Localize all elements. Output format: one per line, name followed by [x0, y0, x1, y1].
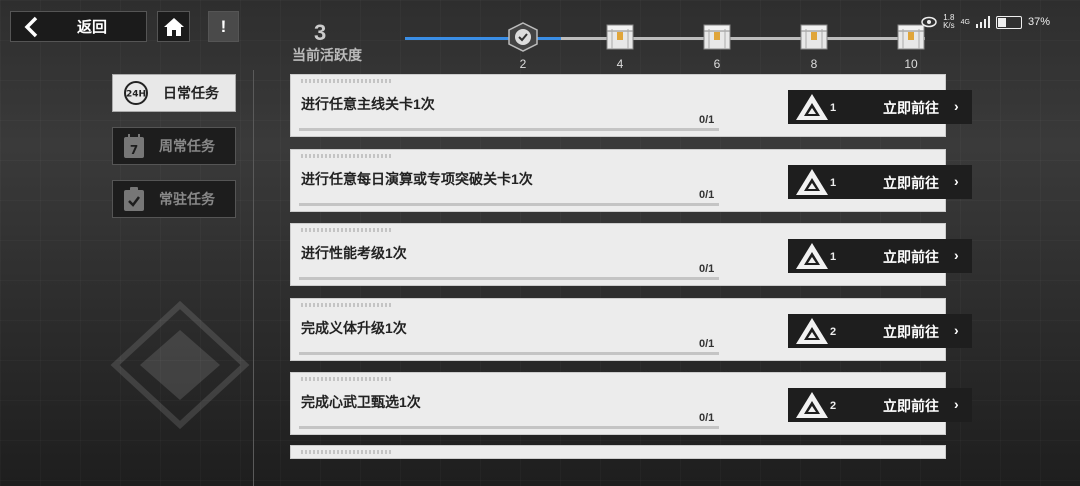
supply-chest-icon	[800, 24, 828, 50]
tab-weekly-label: 周常任务	[159, 138, 215, 154]
supply-chest-icon	[703, 24, 731, 50]
reward-count: 2	[830, 400, 837, 412]
milestone-label: 10	[904, 57, 918, 71]
go-now-button[interactable]: 1 立即前往 ›	[788, 164, 972, 199]
milestone-label: 4	[616, 57, 624, 71]
task-card: 完成心武卫甄选1次 0/1 2 立即前往 ›	[290, 372, 972, 435]
milestone-8[interactable]	[797, 22, 831, 52]
reward-count: 1	[830, 176, 837, 189]
task-card: 完成义体升级1次 0/1 2 立即前往 ›	[290, 297, 972, 361]
home-icon	[163, 17, 184, 36]
task-tag-strip	[301, 153, 391, 158]
tab-permanent-tasks[interactable]: 常驻任务	[112, 180, 236, 218]
go-now-label: 立即前往	[883, 100, 939, 116]
check-badge-icon	[508, 22, 538, 52]
task-tag-strip	[301, 302, 391, 307]
go-now-button[interactable]: 2 立即前往 ›	[788, 313, 972, 348]
clock-24h-icon: 24H	[124, 81, 148, 105]
battery-icon	[995, 15, 1022, 29]
task-name: 进行性能考级1次	[301, 245, 407, 261]
tab-daily-tasks[interactable]: 24H 日常任务	[112, 74, 236, 112]
chevron-right-icon: ›	[954, 172, 959, 189]
go-now-button[interactable]: 2 立即前往 ›	[788, 388, 972, 422]
task-progress: 0/1	[699, 337, 715, 350]
milestone-label: 6	[713, 57, 721, 71]
task-card-partial	[290, 445, 946, 459]
task-progress-bar	[299, 128, 719, 131]
exclamation-icon: !	[220, 16, 227, 36]
go-now-button[interactable]: 1 立即前往 ›	[788, 90, 972, 124]
reward-triangle-icon	[796, 317, 828, 344]
task-progress: 0/1	[699, 188, 715, 201]
battery-percent: 37%	[1027, 16, 1050, 28]
reward-triangle-icon	[796, 94, 828, 120]
signal-icon	[975, 16, 990, 28]
task-progress: 0/1	[699, 263, 715, 275]
go-now-label: 立即前往	[883, 174, 939, 191]
task-tag-strip	[301, 377, 391, 381]
daily-icon-text: 24H	[126, 90, 146, 100]
chevron-right-icon: ›	[954, 247, 959, 263]
chevron-left-icon	[24, 16, 38, 37]
network-speed-unit: K/s	[943, 21, 955, 30]
clipboard-check-icon	[124, 187, 144, 211]
task-name: 完成心武卫甄选1次	[301, 394, 421, 410]
go-now-label: 立即前往	[883, 323, 939, 340]
reward-count: 1	[830, 251, 837, 263]
task-tag-strip	[301, 450, 391, 454]
home-button[interactable]	[157, 11, 190, 42]
milestone-2[interactable]	[506, 22, 540, 52]
chevron-right-icon: ›	[954, 321, 959, 338]
reward-count: 2	[830, 325, 837, 338]
task-card: 进行性能考级1次 0/1 1 立即前往 ›	[290, 223, 972, 286]
network-speed: 1.8 K/s	[943, 14, 955, 30]
activity-value: 3	[314, 20, 327, 45]
chevron-right-icon: ›	[954, 98, 959, 114]
task-progress-bar	[299, 202, 719, 206]
supply-chest-icon	[606, 24, 634, 50]
task-progress-bar	[299, 277, 719, 280]
go-now-label: 立即前往	[883, 249, 939, 265]
reward-triangle-icon	[796, 168, 828, 195]
reward-triangle-icon	[796, 243, 828, 269]
weekly-icon-text: 7	[130, 143, 138, 157]
task-name: 完成义体升级1次	[301, 319, 407, 336]
task-progress-bar	[299, 351, 719, 355]
task-tag-strip	[301, 228, 391, 232]
battery-fill	[997, 17, 1006, 27]
task-name: 进行任意每日演算或专项突破关卡1次	[301, 170, 533, 187]
notice-button[interactable]: !	[208, 11, 239, 42]
milestone-label: 2	[519, 57, 527, 71]
task-progress: 0/1	[699, 412, 715, 424]
emblem-watermark-icon	[110, 300, 250, 430]
task-card: 进行任意主线关卡1次 0/1 1 立即前往 ›	[290, 74, 972, 137]
task-name: 进行任意主线关卡1次	[301, 96, 435, 112]
system-status-bar: 1.8 K/s 4G 37%	[921, 14, 1050, 30]
task-card: 进行任意每日演算或专项突破关卡1次 0/1 1 立即前往 ›	[290, 148, 972, 212]
reward-triangle-icon	[796, 392, 828, 418]
eye-icon	[921, 16, 937, 28]
tab-weekly-tasks[interactable]: 7 周常任务	[112, 127, 236, 165]
back-label: 返回	[77, 19, 108, 36]
chevron-right-icon: ›	[954, 396, 959, 412]
milestone-4[interactable]	[603, 22, 637, 52]
reward-count: 1	[830, 102, 837, 114]
milestone-6[interactable]	[700, 22, 734, 52]
go-now-label: 立即前往	[883, 398, 939, 414]
sidebar-divider	[253, 70, 254, 486]
task-tag-strip	[301, 79, 391, 83]
network-type: 4G	[960, 18, 970, 26]
tab-permanent-label: 常驻任务	[159, 191, 215, 207]
task-progress-bar	[299, 426, 719, 429]
calendar-icon: 7	[124, 134, 144, 158]
go-now-button[interactable]: 1 立即前往 ›	[788, 239, 972, 273]
tab-daily-label: 日常任务	[163, 85, 219, 101]
activity-label: 当前活跃度	[292, 47, 362, 63]
milestone-label: 8	[810, 57, 818, 71]
task-progress: 0/1	[699, 114, 715, 126]
back-button[interactable]: 返回	[10, 11, 147, 42]
